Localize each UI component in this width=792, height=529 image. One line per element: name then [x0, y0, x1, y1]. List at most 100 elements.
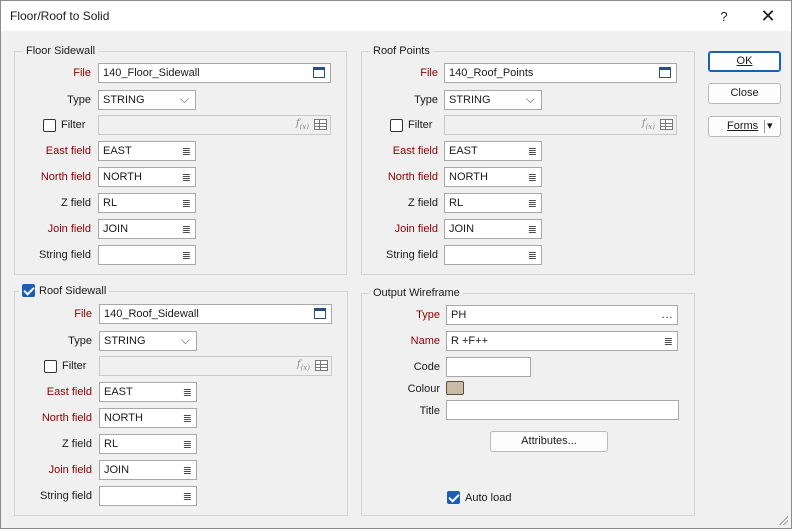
chevron-down-icon: ⌵ [179, 92, 189, 106]
floor-type-value: STRING [103, 94, 145, 106]
file-browse-icon[interactable] [314, 308, 326, 319]
roofside-east-select[interactable]: EAST ≣ [99, 382, 197, 402]
roofpts-type-value: STRING [449, 94, 491, 106]
roofpts-filter-checkbox[interactable] [390, 119, 403, 132]
floor-north-select[interactable]: NORTH ≣ [98, 167, 196, 187]
out-code-input[interactable] [446, 357, 531, 377]
file-browse-icon[interactable] [659, 67, 671, 78]
floor-east-select[interactable]: EAST ≣ [98, 141, 196, 161]
function-icon[interactable]: f(x) [296, 118, 309, 131]
floor-sidewall-title: Floor Sidewall [23, 45, 99, 57]
function-icon[interactable]: f(x) [642, 118, 655, 131]
close-button[interactable]: Close [708, 83, 781, 104]
function-icon[interactable]: f(x) [297, 359, 310, 372]
roofpts-north-select[interactable]: NORTH ≣ [444, 167, 542, 187]
help-button[interactable]: ? [704, 1, 744, 31]
roofpts-string-label: String field [386, 249, 438, 261]
list-icon: ≣ [181, 198, 191, 210]
ok-button[interactable]: OK [708, 51, 781, 72]
window-title: Floor/Roof to Solid [10, 9, 110, 23]
table-icon[interactable] [315, 360, 328, 371]
floor-join-value: JOIN [103, 223, 129, 235]
floor-filter-checkbox[interactable] [43, 119, 56, 132]
roofpts-type-select[interactable]: STRING ⌵ [444, 90, 542, 110]
floor-east-label: East field [45, 145, 91, 157]
floor-north-value: NORTH [103, 171, 142, 183]
roofpts-filter-input[interactable]: f(x) [444, 115, 677, 135]
floor-filter-input[interactable]: f(x) [98, 115, 331, 135]
forms-dropdown-icon[interactable]: ▾ [767, 117, 773, 136]
floor-east-value: EAST [103, 145, 132, 157]
list-icon: ≣ [182, 465, 192, 477]
floor-type-select[interactable]: STRING ⌵ [98, 90, 196, 110]
close-window-button[interactable]: ✕ [748, 1, 788, 31]
output-wireframe-group: Output Wireframe Type PH … Name R +F++ ≣… [361, 287, 695, 516]
floor-file-value: 140_Floor_Sidewall [103, 67, 200, 79]
roofside-z-select[interactable]: RL ≣ [99, 434, 197, 454]
roofside-filter-label: Filter [62, 360, 87, 372]
roofside-file-label: File [74, 308, 92, 320]
forms-button-label: Forms [727, 120, 759, 132]
roofside-filter-checkbox[interactable] [44, 360, 57, 373]
roofpts-join-select[interactable]: JOIN ≣ [444, 219, 542, 239]
roofside-type-select[interactable]: STRING ⌵ [99, 331, 197, 351]
list-icon: ≣ [527, 146, 537, 158]
table-icon[interactable] [314, 119, 327, 130]
roofside-string-select[interactable]: ≣ [99, 486, 197, 506]
roofside-north-value: NORTH [104, 412, 143, 424]
roofside-join-value: JOIN [104, 464, 130, 476]
floor-join-select[interactable]: JOIN ≣ [98, 219, 196, 239]
list-icon: ≣ [527, 250, 537, 262]
autoload-label: Auto load [465, 492, 512, 504]
roofside-join-select[interactable]: JOIN ≣ [99, 460, 197, 480]
floor-file-label: File [73, 67, 91, 79]
resize-grip-icon[interactable] [778, 515, 788, 525]
out-code-label: Code [413, 361, 440, 373]
list-icon: ≣ [182, 439, 192, 451]
list-icon: ≣ [527, 172, 537, 184]
roofside-filter-input[interactable]: f(x) [99, 356, 332, 376]
list-icon: ≣ [181, 224, 191, 236]
floor-north-label: North field [40, 171, 91, 183]
roof-points-group: Roof Points File 140_Roof_Points Type ST… [361, 45, 695, 275]
out-colour-label: Colour [407, 383, 440, 395]
ellipsis-icon[interactable]: … [661, 307, 673, 321]
roofpts-file-input[interactable]: 140_Roof_Points [444, 63, 677, 83]
roofpts-join-label: Join field [394, 223, 438, 235]
list-icon: ≣ [181, 146, 191, 158]
out-title-input[interactable] [446, 400, 679, 420]
floor-file-input[interactable]: 140_Floor_Sidewall [98, 63, 331, 83]
roof-sidewall-checkbox[interactable] [22, 284, 35, 297]
colour-swatch[interactable] [446, 381, 464, 395]
roofside-string-label: String field [40, 490, 92, 502]
list-icon: ≣ [527, 198, 537, 210]
forms-button[interactable]: Forms ▾ [708, 116, 781, 137]
autoload-checkbox[interactable] [447, 491, 460, 504]
roofside-north-label: North field [41, 412, 92, 424]
floor-z-select[interactable]: RL ≣ [98, 193, 196, 213]
out-type-input[interactable]: PH … [446, 305, 678, 325]
roofpts-z-label: Z field [408, 197, 438, 209]
roofside-north-select[interactable]: NORTH ≣ [99, 408, 197, 428]
chevron-down-icon: ⌵ [180, 333, 190, 347]
roofpts-string-select[interactable]: ≣ [444, 245, 542, 265]
floor-sidewall-group: Floor Sidewall File 140_Floor_Sidewall T… [14, 45, 347, 275]
roofside-z-label: Z field [62, 438, 92, 450]
roof-sidewall-title: Roof Sidewall [39, 284, 107, 297]
roof-sidewall-title-wrap: Roof Sidewall [19, 284, 110, 297]
roofside-file-input[interactable]: 140_Roof_Sidewall [99, 304, 332, 324]
out-name-input[interactable]: R +F++ ≣ [446, 331, 678, 351]
floor-z-label: Z field [61, 197, 91, 209]
file-browse-icon[interactable] [313, 67, 325, 78]
roofside-type-label: Type [68, 335, 92, 347]
roofpts-z-select[interactable]: RL ≣ [444, 193, 542, 213]
roofpts-type-label: Type [414, 94, 438, 106]
list-icon: ≣ [181, 250, 191, 262]
attributes-button[interactable]: Attributes... [490, 431, 608, 452]
table-icon[interactable] [660, 119, 673, 130]
roofpts-north-value: NORTH [449, 171, 488, 183]
floor-string-select[interactable]: ≣ [98, 245, 196, 265]
roofpts-east-value: EAST [449, 145, 478, 157]
roofpts-east-select[interactable]: EAST ≣ [444, 141, 542, 161]
floor-type-label: Type [67, 94, 91, 106]
